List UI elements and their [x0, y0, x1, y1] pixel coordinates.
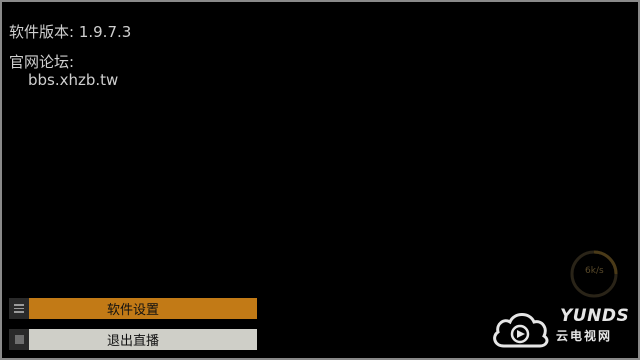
exit-live-button[interactable]: 退出直播	[9, 329, 257, 350]
watermark-subtitle: 云电视网	[556, 329, 613, 343]
download-speed: 6k/s	[585, 266, 604, 276]
player-screen: 软件版本: 1.9.7.3 官网论坛: bbs.xhzb.tw 软件设置 退出直…	[0, 0, 640, 360]
watermark-brand: YUNDS	[560, 306, 630, 326]
forum-url: bbs.xhzb.tw	[28, 71, 119, 89]
hamburger-icon	[9, 298, 29, 319]
settings-button[interactable]: 软件设置	[9, 298, 257, 319]
forum-label: 官网论坛:	[9, 53, 75, 71]
settings-button-label: 软件设置	[106, 303, 159, 318]
exit-button-label: 退出直播	[106, 334, 159, 349]
stop-square-icon	[9, 329, 29, 350]
version-value: 1.9.7.3	[78, 23, 132, 41]
version-info: 软件版本: 1.9.7.3	[9, 23, 131, 41]
version-label: 软件版本:	[9, 23, 79, 41]
